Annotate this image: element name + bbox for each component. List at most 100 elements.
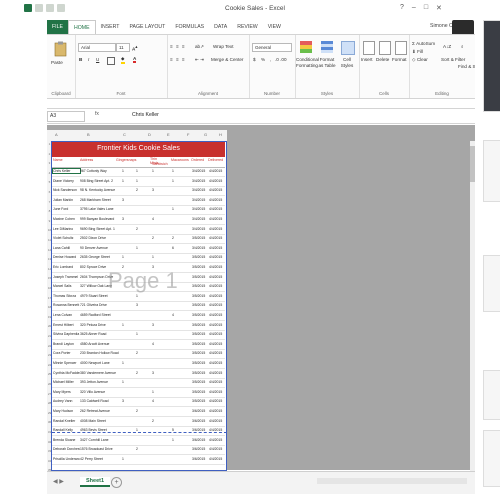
table-cell[interactable]: 3/5/2015 <box>192 284 208 288</box>
table-cell[interactable]: 1 <box>152 255 160 259</box>
tab-view[interactable]: VIEW <box>263 20 286 34</box>
table-cell[interactable]: 1 <box>152 390 160 394</box>
table-cell[interactable]: 3/5/2015 <box>192 255 208 259</box>
horizontal-scrollbar[interactable] <box>317 478 467 484</box>
table-cell[interactable]: 4/4/2015 <box>209 265 225 269</box>
table-cell[interactable]: 4/4/2015 <box>209 361 225 365</box>
table-cell[interactable]: 3 <box>136 303 144 307</box>
table-cell[interactable]: Silvina Daphenila <box>53 332 80 336</box>
percent-button[interactable]: % <box>261 57 265 62</box>
table-cell[interactable]: 1 <box>152 169 160 173</box>
table-cell[interactable]: Denise Howard <box>53 255 80 259</box>
table-cell[interactable]: 4659 Radford Street <box>80 313 121 317</box>
table-cell[interactable]: Mary Myers <box>53 390 80 394</box>
cell-styles-button[interactable]: Cell Styles <box>339 57 355 69</box>
merge-center-button[interactable]: Merge & Center <box>211 57 243 62</box>
table-cell[interactable]: 3795 Lake Vales Lane <box>80 207 121 211</box>
table-cell[interactable]: 4/4/2015 <box>209 399 225 403</box>
table-cell[interactable]: 4/4/2015 <box>209 447 225 451</box>
table-cell[interactable]: 4/4/2015 <box>209 207 225 211</box>
table-cell[interactable]: Michael Miller <box>53 380 80 384</box>
table-cell[interactable]: Lena Colvan <box>53 313 80 317</box>
underline-button[interactable]: U <box>96 57 99 62</box>
paste-icon[interactable] <box>54 41 67 57</box>
window-thumbnail[interactable] <box>483 20 500 112</box>
header-macaroons[interactable]: Macaroons <box>171 158 189 162</box>
table-cell[interactable]: 2 <box>136 188 144 192</box>
table-cell[interactable]: 1 <box>122 323 130 327</box>
table-cell[interactable]: 4008 Main Street <box>80 419 121 423</box>
header-ordered[interactable]: Ordered <box>191 158 204 162</box>
add-sheet-icon[interactable]: + <box>111 477 122 488</box>
format-icon[interactable] <box>395 41 407 55</box>
table-cell[interactable]: Chris Keller <box>52 168 81 174</box>
table-cell[interactable]: 3/5/2015 <box>192 361 208 365</box>
table-cell[interactable]: 1 <box>136 246 144 250</box>
table-cell[interactable]: 4000 Newport Lane <box>80 361 121 365</box>
table-cell[interactable]: 3 <box>122 217 130 221</box>
table-cell[interactable]: 1576 Broadcast Drive <box>80 447 121 451</box>
table-cell[interactable]: June Ford <box>53 207 80 211</box>
table-cell[interactable]: Priscilla Underwood <box>53 457 80 461</box>
find-select-icon[interactable]: ⌕ <box>461 44 464 49</box>
table-cell[interactable]: 133 Caldwell Road <box>80 399 121 403</box>
table-cell[interactable]: 4/4/2015 <box>209 255 225 259</box>
table-cell[interactable]: 2502 Dixon Drive <box>80 236 121 240</box>
fill-button[interactable]: ⬇ Fill <box>412 49 423 55</box>
table-cell[interactable]: 6 <box>172 246 180 250</box>
table-cell[interactable]: 2635 George Street <box>80 255 121 259</box>
page-break-line[interactable] <box>52 432 227 433</box>
table-cell[interactable]: 1 <box>136 179 144 183</box>
table-cell[interactable]: 3/5/2015 <box>192 303 208 307</box>
table-cell[interactable]: 98 N. Kentucky Avenue <box>80 188 121 192</box>
table-cell[interactable]: 3/5/2015 <box>192 275 208 279</box>
formula-input[interactable]: Chris Keller <box>132 112 159 118</box>
table-cell[interactable]: 1 <box>122 179 130 183</box>
column-header[interactable]: F <box>187 132 189 137</box>
table-cell[interactable]: 4 <box>152 342 160 346</box>
table-cell[interactable]: 1 <box>122 457 130 461</box>
tab-home[interactable]: HOME <box>67 20 96 34</box>
comma-icon[interactable]: , <box>270 57 271 62</box>
table-cell[interactable]: 4/4/2015 <box>209 236 225 240</box>
table-cell[interactable]: 4/4/2015 <box>209 390 225 394</box>
font-color-icon[interactable]: A <box>133 56 137 63</box>
format-as-table-icon[interactable] <box>321 41 333 53</box>
table-cell[interactable]: 393 Jetton Avenue <box>80 380 121 384</box>
table-cell[interactable]: 4/4/2015 <box>209 457 225 461</box>
tab-page-layout[interactable]: PAGE LAYOUT <box>124 20 170 34</box>
table-cell[interactable]: 3/4/2015 <box>192 198 208 202</box>
table-cell[interactable]: 1 <box>172 179 180 183</box>
table-cell[interactable]: 268 Markham Street <box>80 198 121 202</box>
table-cell[interactable]: 4/4/2015 <box>209 294 225 298</box>
table-cell[interactable]: Cynthia McFadden <box>53 371 80 375</box>
table-cell[interactable]: 3 <box>122 399 130 403</box>
number-format-select[interactable]: General <box>252 43 292 52</box>
table-cell[interactable]: 3/4/2015 <box>192 217 208 221</box>
table-cell[interactable]: 4/4/2015 <box>209 313 225 317</box>
column-header[interactable]: B <box>87 132 90 137</box>
tab-review[interactable]: REVIEW <box>232 20 262 34</box>
table-cell[interactable]: Randal Kneller <box>53 419 80 423</box>
table-cell[interactable]: 230 Branton Hollow Road <box>80 351 121 355</box>
table-cell[interactable]: 1 <box>136 332 144 336</box>
insert-button[interactable]: Insert <box>361 57 373 62</box>
tab-file[interactable]: FILE <box>47 20 68 34</box>
table-cell[interactable]: Violet Schultz <box>53 236 80 240</box>
table-cell[interactable]: 1 <box>136 169 144 173</box>
table-cell[interactable]: Brenda Sloane <box>53 438 80 442</box>
header-delivered[interactable]: Delivered <box>208 158 223 162</box>
table-cell[interactable]: 4/4/2015 <box>209 323 225 327</box>
table-cell[interactable]: 3 <box>122 198 130 202</box>
table-cell[interactable]: 1 <box>172 438 180 442</box>
name-box[interactable]: A3 <box>47 111 85 122</box>
tab-data[interactable]: DATA <box>209 20 232 34</box>
header-address[interactable]: Address <box>80 158 93 162</box>
sort-filter-icon[interactable]: A↓Z <box>443 44 451 49</box>
table-cell[interactable]: 3 <box>152 371 160 375</box>
table-cell[interactable]: 2 <box>136 447 144 451</box>
table-cell[interactable]: 3 <box>152 323 160 327</box>
column-header[interactable]: G <box>204 132 207 137</box>
column-header[interactable]: H <box>219 132 222 137</box>
sheet-nav-arrows-icon[interactable]: ◀ ▶ <box>53 478 64 485</box>
